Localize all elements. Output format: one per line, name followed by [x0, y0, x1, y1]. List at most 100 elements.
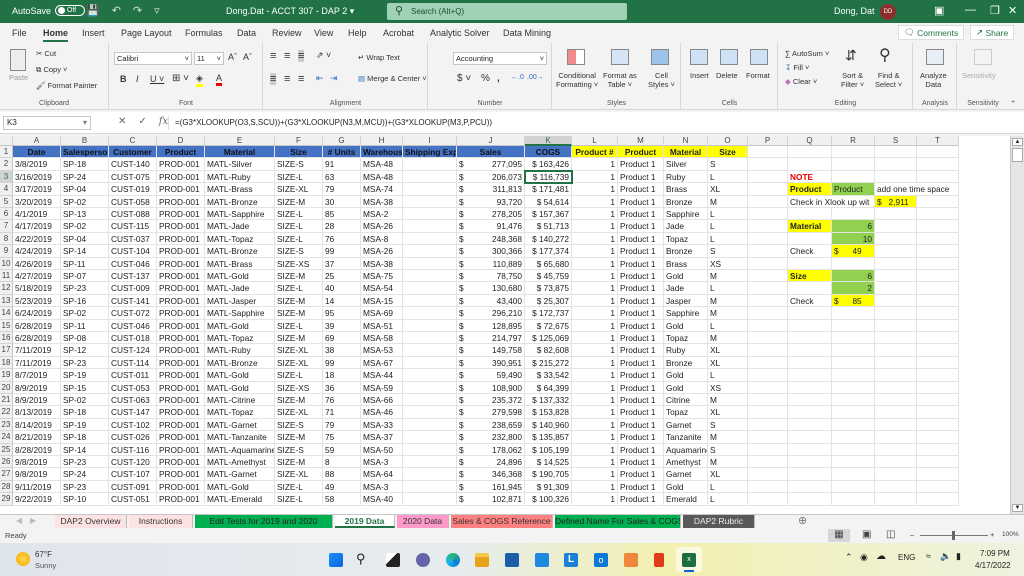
row-header[interactable]: 7	[0, 220, 13, 233]
cell[interactable]: $206,073	[457, 170, 525, 184]
cell[interactable]: MSA-40	[361, 493, 403, 506]
cell[interactable]	[788, 443, 832, 456]
cell[interactable]	[875, 344, 917, 357]
cell[interactable]: SIZE-S	[275, 443, 323, 456]
cell[interactable]: $ 73,875	[525, 282, 572, 295]
cell[interactable]: PROD-001	[157, 344, 205, 357]
cell[interactable]: MATL-Bronze	[205, 195, 275, 208]
cell[interactable]: MSA-50	[361, 443, 403, 456]
cell[interactable]: $ 91,309	[525, 480, 572, 494]
cell[interactable]: $108,900	[457, 381, 525, 394]
tab-data[interactable]: Data	[237, 28, 256, 38]
cell[interactable]: 30	[323, 195, 361, 208]
cell[interactable]: PROD-001	[157, 270, 205, 283]
cell[interactable]: XS	[708, 381, 748, 394]
cell[interactable]: SIZE-L	[275, 232, 323, 246]
format-cells-icon[interactable]	[750, 49, 768, 65]
cell[interactable]	[832, 332, 875, 345]
cell[interactable]	[403, 468, 457, 481]
cell[interactable]: MATL-Garnet	[205, 418, 275, 432]
cell[interactable]: XL	[708, 468, 748, 481]
cell[interactable]: 79	[323, 183, 361, 196]
cell[interactable]: PROD-001	[157, 356, 205, 370]
cell[interactable]: SIZE-XS	[275, 381, 323, 394]
cell[interactable]	[748, 394, 788, 407]
column-header-n[interactable]: N	[664, 136, 708, 146]
italic-icon[interactable]: I	[136, 74, 139, 84]
sheet-tab[interactable]: Edit Tests for 2019 and 2020	[195, 515, 333, 528]
delete-cells-icon[interactable]	[720, 49, 738, 65]
cell[interactable]: SIZE-M	[275, 294, 323, 308]
sensitivity-button[interactable]: Sensitivity	[962, 71, 996, 80]
cell[interactable]: MATL-Gold	[205, 381, 275, 394]
cell[interactable]: $ 171,481	[525, 183, 572, 196]
check-label[interactable]: Check	[788, 245, 832, 258]
outlook-icon[interactable]: o	[594, 553, 608, 567]
cell[interactable]: 25	[323, 270, 361, 283]
cell[interactable]	[403, 406, 457, 419]
cell[interactable]: MSA-26	[361, 245, 403, 258]
middle-align-icon[interactable]: ≡	[284, 50, 290, 62]
cell[interactable]: Gold	[664, 270, 708, 283]
sheet-tab[interactable]: DAP2 Rubric	[683, 515, 755, 528]
cell[interactable]: L	[708, 282, 748, 295]
cell[interactable]: Product 1	[618, 282, 664, 295]
column-title[interactable]: Material	[205, 146, 275, 159]
merge-center-button[interactable]: ▤ Merge & Center ˅	[358, 74, 427, 83]
column-title[interactable]: Product	[157, 146, 205, 159]
cell[interactable]	[403, 344, 457, 357]
cell[interactable]	[917, 282, 959, 295]
save-icon[interactable]: 💾	[86, 4, 100, 17]
column-title[interactable]: Customer	[109, 146, 157, 159]
minimize-icon[interactable]: —	[965, 4, 976, 16]
row-header[interactable]: 10	[0, 257, 13, 270]
cell[interactable]: MSA-44	[361, 369, 403, 382]
note-label[interactable]: NOTE	[788, 170, 832, 184]
row-header[interactable]: 19	[0, 369, 13, 382]
row-header[interactable]: 28	[0, 480, 13, 494]
cell[interactable]: 8/14/2019	[13, 418, 61, 432]
cell[interactable]: Gold	[664, 369, 708, 382]
cell[interactable]: MSA-8	[361, 232, 403, 246]
cell[interactable]	[403, 356, 457, 370]
cell[interactable]	[875, 220, 917, 233]
cell[interactable]	[788, 307, 832, 320]
cell[interactable]	[788, 146, 832, 159]
battery-icon[interactable]: ▮	[956, 551, 961, 562]
cell[interactable]: PROD-001	[157, 319, 205, 332]
row-header[interactable]: 4	[0, 183, 13, 196]
cell[interactable]: $ 172,737	[525, 307, 572, 320]
clock-date[interactable]: 4/17/2022	[975, 561, 1011, 570]
font-color-icon[interactable]: A	[216, 73, 223, 86]
cell[interactable]	[403, 220, 457, 233]
align-center-icon[interactable]: ≡	[284, 73, 290, 85]
cell[interactable]: MATL-Bronze	[205, 245, 275, 258]
cell[interactable]: PROD-001	[157, 468, 205, 481]
cell[interactable]: $ 33,542	[525, 369, 572, 382]
cell[interactable]: $ 45,759	[525, 270, 572, 283]
cell[interactable]: CUST-141	[109, 294, 157, 308]
cell[interactable]: Product 1	[618, 158, 664, 171]
cell[interactable]: CUST-026	[109, 431, 157, 444]
cell[interactable]: 7/11/2019	[13, 344, 61, 357]
cell[interactable]	[788, 344, 832, 357]
cell[interactable]: $ 135,857	[525, 431, 572, 444]
cell[interactable]: 88	[323, 468, 361, 481]
cell[interactable]	[917, 307, 959, 320]
zoom-slider-thumb[interactable]	[952, 531, 955, 540]
cell[interactable]	[748, 406, 788, 419]
cell[interactable]: $ 215,272	[525, 356, 572, 370]
cell[interactable]: PROD-001	[157, 406, 205, 419]
cell[interactable]: S	[708, 245, 748, 258]
size-value[interactable]: 6	[832, 270, 875, 283]
cell[interactable]: SP-15	[61, 381, 109, 394]
cell[interactable]	[748, 369, 788, 382]
cell[interactable]: CUST-018	[109, 332, 157, 345]
cell[interactable]	[917, 431, 959, 444]
cell[interactable]: CUST-104	[109, 245, 157, 258]
cell[interactable]: 14	[323, 294, 361, 308]
cell[interactable]: Gold	[664, 381, 708, 394]
cell[interactable]	[788, 456, 832, 469]
cell[interactable]	[832, 344, 875, 357]
undo-icon[interactable]: ↶	[112, 4, 121, 17]
